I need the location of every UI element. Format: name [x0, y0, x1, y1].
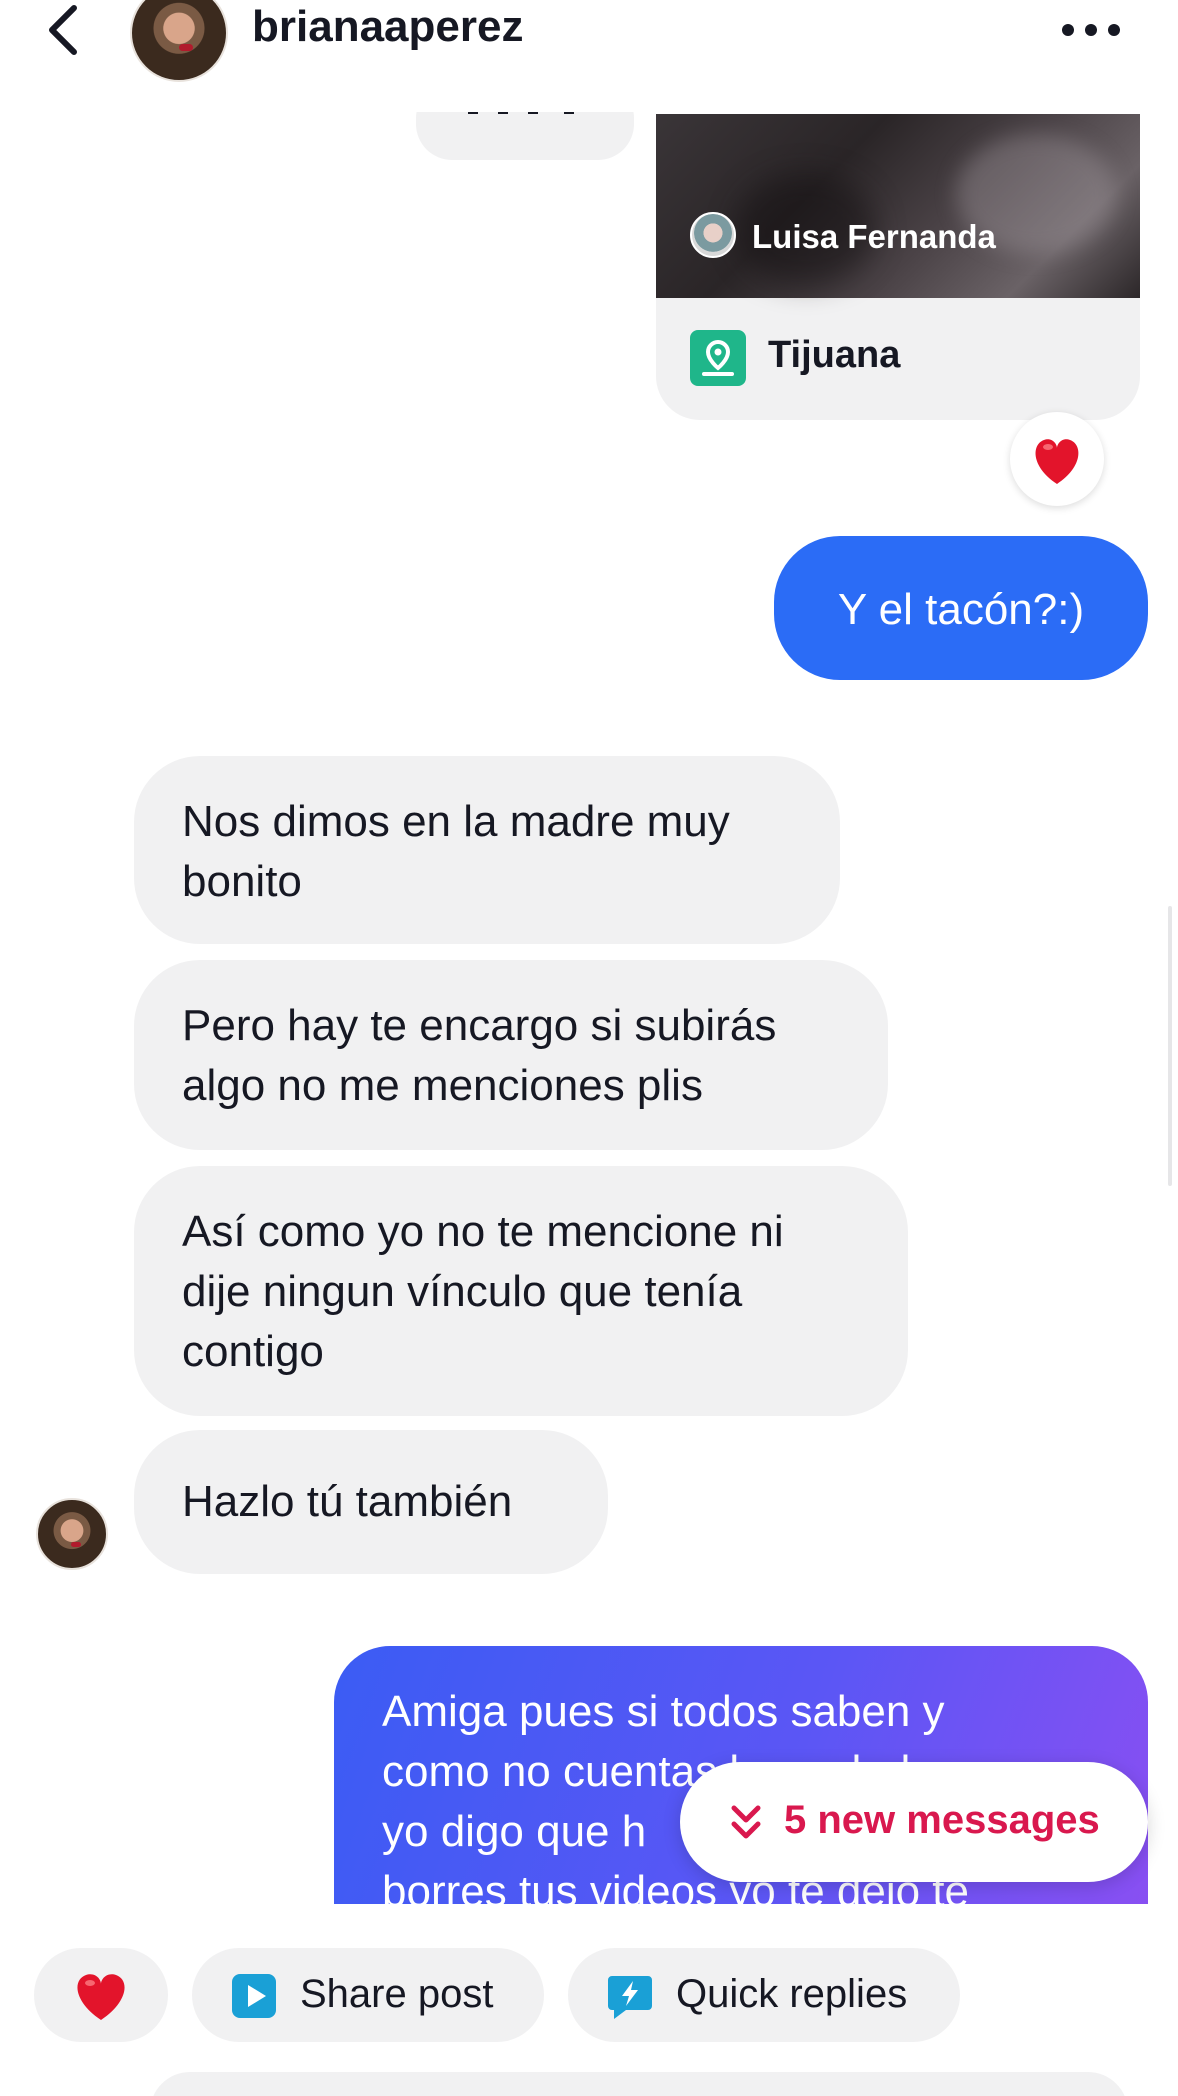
- quick-replies-button[interactable]: Quick replies: [568, 1948, 960, 2042]
- new-messages-button[interactable]: 5 new messages: [680, 1762, 1148, 1882]
- quick-replies-label: Quick replies: [676, 1972, 908, 2016]
- send-heart-button[interactable]: [34, 1948, 168, 2042]
- more-icon[interactable]: [1058, 10, 1124, 50]
- share-post-label: Share post: [300, 1972, 494, 2016]
- double-chevron-down-icon: [731, 1805, 761, 1839]
- chat-header: brianaaperez: [0, 0, 1178, 112]
- share-post-button[interactable]: Share post: [192, 1948, 544, 2042]
- message-input[interactable]: [150, 2072, 1128, 2096]
- heart-icon: [77, 1974, 125, 2020]
- back-arrow-icon[interactable]: [38, 0, 98, 64]
- post-location[interactable]: Tijuana: [656, 298, 1140, 420]
- message-bubble-partial[interactable]: [416, 112, 634, 160]
- message-bubble-incoming[interactable]: Hazlo tú también: [134, 1430, 608, 1574]
- message-list[interactable]: Luisa Fernanda Tijuana Y el tacón?:) Nos…: [0, 112, 1178, 1904]
- scrollbar[interactable]: [1168, 906, 1172, 1186]
- author-avatar: [690, 212, 736, 258]
- share-post-icon: [232, 1974, 276, 2018]
- quick-replies-icon: [608, 1976, 652, 2019]
- post-thumbnail[interactable]: Luisa Fernanda: [656, 114, 1140, 298]
- avatar[interactable]: [130, 0, 228, 82]
- location-pin-icon: [690, 330, 746, 386]
- quick-action-bar: Share post Quick replies: [0, 1904, 1178, 2096]
- shared-post-card[interactable]: Luisa Fernanda Tijuana: [656, 114, 1140, 420]
- message-bubble-incoming[interactable]: Así como yo no te mencione ni dije ningu…: [134, 1166, 908, 1416]
- sender-avatar[interactable]: [36, 1498, 108, 1570]
- message-bubble-incoming[interactable]: Nos dimos en la madre muy bonito: [134, 756, 840, 944]
- location-label: Tijuana: [768, 334, 901, 376]
- page-title[interactable]: brianaaperez: [252, 2, 523, 52]
- partial-text: [468, 112, 574, 114]
- message-bubble-incoming[interactable]: Pero hay te encargo si subirás algo no m…: [134, 960, 888, 1150]
- new-messages-label: 5 new messages: [784, 1798, 1100, 1842]
- reaction-heart-icon[interactable]: [1010, 412, 1104, 506]
- post-author: Luisa Fernanda: [752, 218, 996, 255]
- message-bubble-outgoing[interactable]: Y el tacón?:): [774, 536, 1148, 680]
